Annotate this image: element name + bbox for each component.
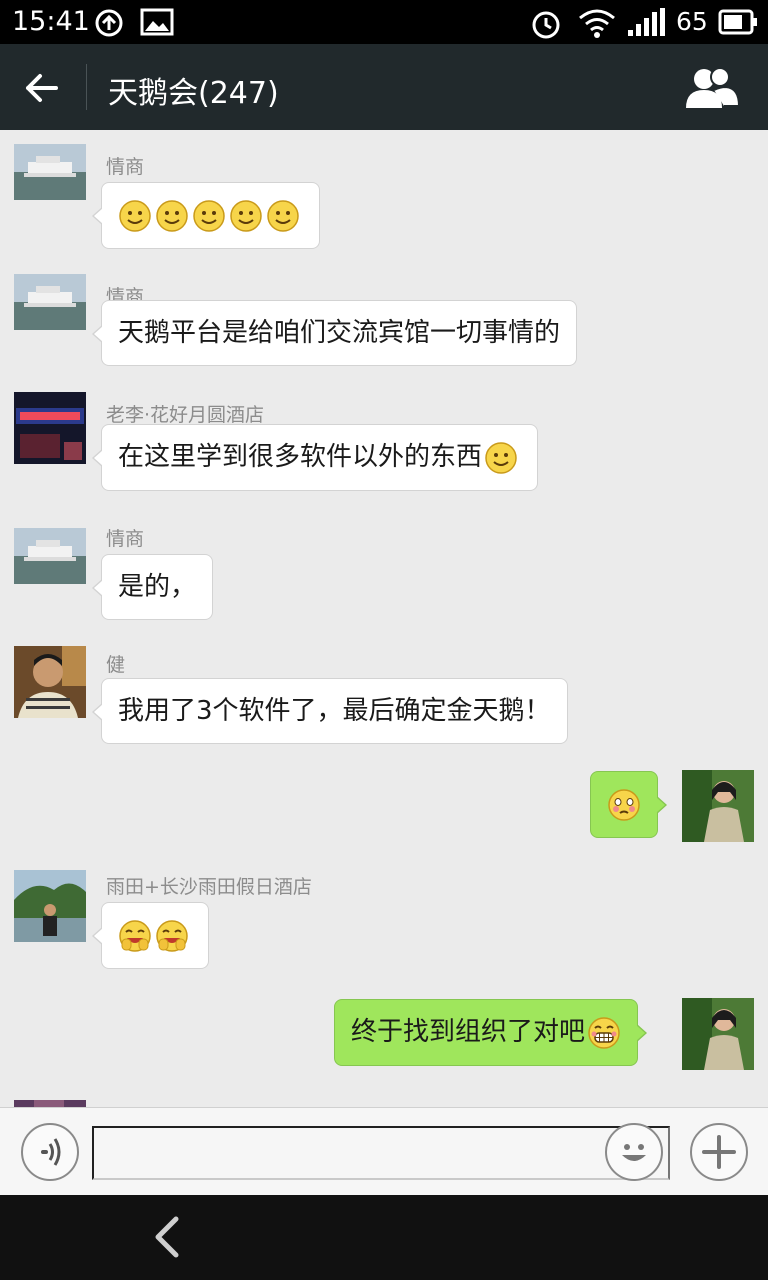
message-bubble[interactable]: 天鹅平台是给咱们交流宾馆一切事情的 xyxy=(91,300,578,366)
avatar-ferry-boat[interactable] xyxy=(14,144,86,216)
sender-name: 老李·花好月圆酒店 xyxy=(106,404,265,426)
sender-name: 健 xyxy=(106,654,126,676)
smile-emoji-icon xyxy=(119,199,151,232)
message-bubble[interactable]: 在这里学到很多软件以外的东西 xyxy=(91,424,539,491)
signal-icon xyxy=(628,8,665,36)
input-bar xyxy=(0,1107,768,1195)
avatar-partial[interactable] xyxy=(14,1096,86,1107)
message-bubble[interactable] xyxy=(92,902,209,969)
message-text: 在这里学到很多软件以外的东西 xyxy=(118,442,483,472)
man-by-lake-avatar-image xyxy=(14,870,86,942)
message-bubble[interactable]: 我用了3个软件了，最后确定金天鹅！ xyxy=(92,678,568,744)
battery-level: 65 xyxy=(676,7,708,36)
voice-input-button[interactable] xyxy=(21,1123,79,1181)
blush-sweat-emoji-icon xyxy=(608,788,640,821)
status-time: 15:41 xyxy=(12,6,90,37)
avatar-hotel-sign[interactable] xyxy=(14,392,86,464)
chuckle-emoji-icon xyxy=(119,919,151,952)
message-text: 天鹅平台是给咱们交流宾馆一切事情的 xyxy=(118,318,561,348)
image-icon xyxy=(140,8,174,36)
message-input[interactable] xyxy=(92,1126,670,1180)
message-bubble[interactable] xyxy=(590,771,667,838)
emoji-button[interactable] xyxy=(605,1123,663,1181)
avatar-man-by-lake[interactable] xyxy=(14,870,86,942)
avatar-woman-garden[interactable] xyxy=(682,770,754,842)
avatar-woman-garden[interactable] xyxy=(682,998,754,1070)
wifi-icon xyxy=(579,9,615,38)
ferry-boat-avatar-image xyxy=(14,144,86,200)
woman-garden-avatar-image xyxy=(682,770,754,842)
smile-emoji-icon xyxy=(230,199,262,232)
chuckle-emoji-icon xyxy=(156,919,188,952)
sender-name: 情商 xyxy=(106,528,145,550)
group-members-icon[interactable] xyxy=(684,66,740,110)
woman-garden-avatar-image xyxy=(682,998,754,1070)
voice-input-icon xyxy=(41,1138,61,1166)
message-text: 是的， xyxy=(118,572,197,602)
nav-back-icon[interactable] xyxy=(148,1215,188,1259)
status-bar: 15:41 65 xyxy=(0,0,768,44)
chat-title: 天鹅会(247) xyxy=(108,76,279,111)
alarm-icon xyxy=(532,11,560,39)
chat-header: 天鹅会(247) xyxy=(0,44,768,130)
smile-emoji-icon xyxy=(485,441,517,474)
smile-emoji-icon xyxy=(156,199,188,232)
message-bubble[interactable]: 终于找到组织了对吧 xyxy=(334,999,648,1066)
avatar-man-portrait[interactable] xyxy=(14,646,86,718)
man-portrait-avatar-image xyxy=(14,646,86,718)
sender-name: 情商 xyxy=(106,156,145,178)
sync-icon xyxy=(95,9,123,37)
message-bubble[interactable]: 是的， xyxy=(91,554,214,620)
partial-avatar-image xyxy=(14,1100,86,1107)
sender-name: 雨田+长沙雨田假日酒店 xyxy=(106,876,312,898)
message-text: 我用了3个软件了，最后确定金天鹅！ xyxy=(118,696,551,726)
hotel-sign-avatar-image xyxy=(14,392,86,464)
back-arrow-icon[interactable] xyxy=(22,68,62,108)
smile-emoji-icon xyxy=(267,199,299,232)
avatar-ferry-boat[interactable] xyxy=(14,528,86,600)
header-divider xyxy=(86,64,87,110)
avatar-ferry-boat[interactable] xyxy=(14,274,86,346)
battery-icon xyxy=(718,9,757,35)
message-text: 终于找到组织了对吧 xyxy=(351,1017,586,1047)
plus-icon xyxy=(702,1135,736,1169)
message-list[interactable]: 情商 情商 天鹅平台是给咱们交流宾馆一切事情的 老李·花好月圆酒店 在这里学到很… xyxy=(0,130,768,1107)
emoji-icon xyxy=(622,1144,646,1161)
ferry-boat-avatar-image xyxy=(14,274,86,330)
system-navigation-bar xyxy=(0,1195,768,1280)
grin-emoji-icon xyxy=(588,1016,620,1049)
more-options-button[interactable] xyxy=(690,1123,748,1181)
message-bubble[interactable] xyxy=(92,182,320,249)
smile-emoji-icon xyxy=(193,199,225,232)
ferry-boat-avatar-image xyxy=(14,528,86,584)
